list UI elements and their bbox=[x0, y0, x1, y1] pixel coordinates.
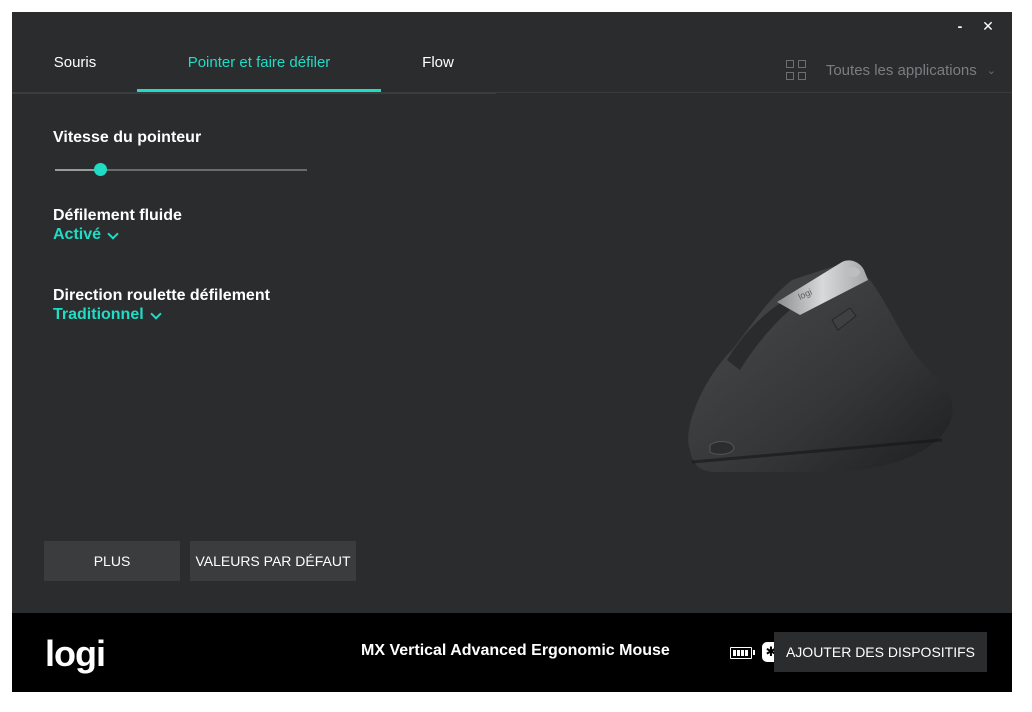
tab-souris[interactable]: Souris bbox=[50, 44, 100, 90]
smooth-scrolling-label: Défilement fluide bbox=[53, 207, 182, 224]
grid-icon bbox=[785, 60, 806, 80]
mouse-illustration: logi bbox=[688, 260, 953, 472]
application-selector-label: Toutes les applications bbox=[825, 61, 977, 79]
restore-defaults-button[interactable]: VALEURS PAR DÉFAUT bbox=[190, 541, 356, 581]
chevron-down-icon: ⌄ bbox=[986, 64, 996, 77]
scroll-direction-value: Traditionnel bbox=[53, 306, 144, 323]
tab-bar: Souris Pointer et faire défiler Flow bbox=[12, 44, 496, 94]
scroll-direction-dropdown[interactable]: Traditionnel bbox=[53, 306, 162, 324]
smooth-scrolling-dropdown[interactable]: Activé bbox=[53, 226, 119, 244]
logi-logo: logi bbox=[45, 633, 106, 674]
scroll-direction-label: Direction roulette défilement bbox=[53, 287, 270, 304]
app-window: - ✕ Souris Pointer et faire défiler Flow… bbox=[12, 12, 1012, 692]
battery-icon bbox=[730, 647, 755, 659]
header-divider bbox=[496, 92, 1012, 93]
window-controls: - ✕ bbox=[952, 16, 996, 36]
smooth-scrolling-value: Activé bbox=[53, 226, 102, 243]
footer-bar: logi MX Vertical Advanced Ergonomic Mous… bbox=[12, 613, 1012, 692]
chevron-down-icon bbox=[150, 308, 162, 320]
add-devices-button[interactable]: AJOUTER DES DISPOSITIFS bbox=[773, 632, 987, 672]
slider-thumb[interactable] bbox=[94, 163, 107, 176]
device-name[interactable]: MX Vertical Advanced Ergonomic Mouse bbox=[361, 642, 670, 660]
chevron-down-icon bbox=[107, 228, 119, 240]
pointer-speed-label: Vitesse du pointeur bbox=[53, 129, 202, 146]
close-button[interactable]: ✕ bbox=[980, 16, 996, 36]
tab-flow[interactable]: Flow bbox=[410, 44, 466, 90]
pointer-speed-slider[interactable] bbox=[55, 160, 307, 180]
minimize-button[interactable]: - bbox=[952, 16, 968, 36]
application-selector[interactable]: Toutes les applications ⌄ bbox=[785, 60, 996, 80]
more-button[interactable]: PLUS bbox=[44, 541, 180, 581]
tab-pointer-scroll[interactable]: Pointer et faire défiler bbox=[137, 44, 381, 92]
